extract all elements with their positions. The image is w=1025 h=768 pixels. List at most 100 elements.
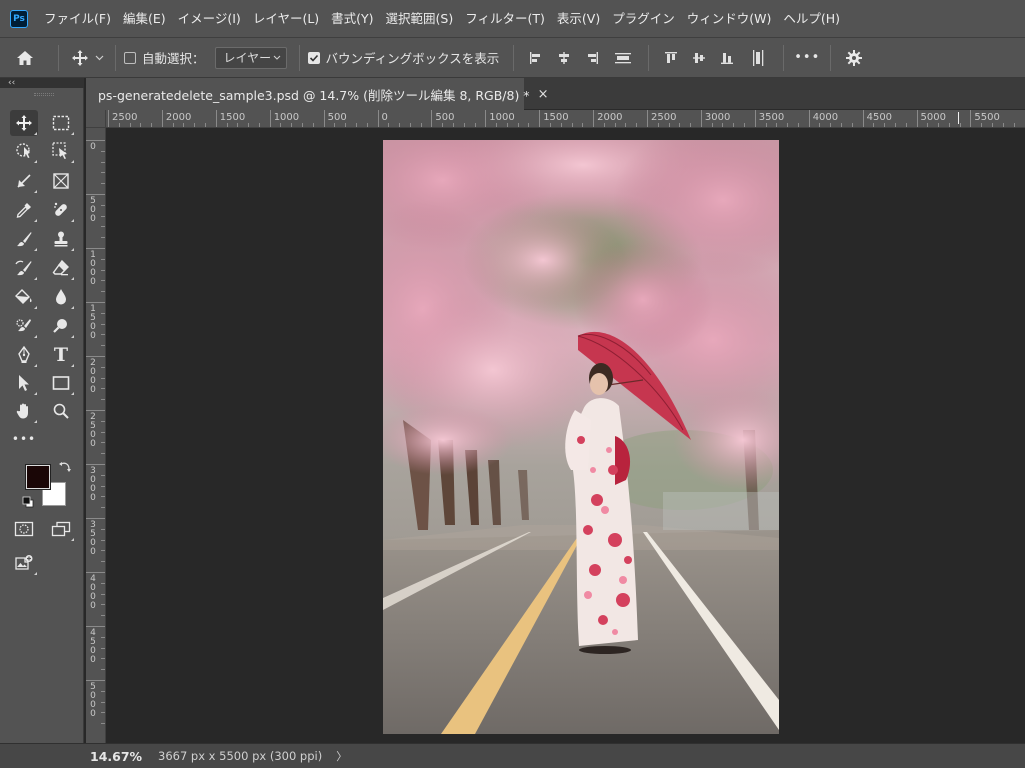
hand-tool[interactable] (10, 398, 38, 424)
eraser-tool[interactable] (47, 255, 75, 281)
ruler-minor-tick (851, 123, 853, 127)
auto-select-target-dropdown[interactable]: レイヤー (214, 46, 287, 69)
menu-type[interactable]: 書式(Y) (325, 0, 379, 38)
auto-select-checkbox[interactable] (124, 51, 136, 64)
object-selection-tool[interactable] (10, 138, 38, 164)
ruler-label: 0 (90, 142, 96, 152)
toolbar-grip[interactable] (34, 93, 54, 96)
move-tool-preset-button[interactable] (67, 49, 107, 67)
ruler-cursor-marker (958, 112, 959, 124)
align-left-edges-button[interactable] (522, 50, 550, 66)
menu-select[interactable]: 選択範囲(S) (380, 0, 460, 38)
brush-icon (17, 232, 32, 247)
panel-collapse-button[interactable]: ‹‹ (0, 78, 84, 88)
ruler-origin[interactable] (86, 110, 106, 128)
remove-tool[interactable] (10, 313, 38, 339)
document-image[interactable] (383, 140, 779, 734)
menu-view[interactable]: 表示(V) (551, 0, 606, 38)
path-selection-tool[interactable] (10, 370, 38, 396)
screen-mode-button[interactable] (47, 516, 75, 542)
foreground-color-swatch[interactable] (25, 464, 51, 490)
paint-bucket-tool[interactable] (10, 284, 38, 310)
zoom-level-field[interactable]: 14.67% (86, 749, 148, 764)
ruler-minor-tick (101, 269, 105, 271)
ruler-major-tick (86, 410, 105, 411)
ruler-major-tick (86, 302, 105, 303)
align-horizontal-centers-button[interactable] (550, 50, 578, 66)
distribute-icon (615, 52, 632, 63)
horizontal-ruler[interactable]: 2500 2000 1500 1000 500 0 500 1000 1500 2000 2500 3… (106, 110, 1025, 128)
ruler-minor-tick (830, 123, 832, 127)
crop-tool[interactable] (10, 168, 38, 194)
quick-mask-button[interactable] (10, 516, 38, 542)
contextual-taskbar-button[interactable] (10, 550, 38, 576)
ruler-minor-tick (636, 123, 638, 127)
distribute-horizontal-button[interactable] (741, 49, 775, 67)
ruler-minor-tick (205, 123, 207, 127)
menu-file[interactable]: ファイル(F) (38, 0, 117, 38)
blur-tool[interactable] (47, 284, 75, 310)
status-menu-arrow-icon[interactable]: 〉 (336, 748, 347, 764)
menu-image[interactable]: イメージ(I) (172, 0, 247, 38)
home-button[interactable] (0, 50, 50, 66)
settings-button[interactable] (839, 49, 869, 67)
ruler-minor-tick (517, 123, 519, 127)
frame-tool[interactable] (47, 168, 75, 194)
align-center-icon (559, 51, 570, 64)
menu-plugins[interactable]: プラグイン (606, 0, 681, 38)
canvas-area[interactable] (106, 128, 1025, 743)
ruler-major-tick (161, 110, 163, 127)
move-icon (71, 49, 88, 66)
show-bounding-box-checkbox[interactable] (307, 51, 320, 64)
align-bottom-edges-button[interactable] (713, 50, 741, 66)
spot-healing-brush-tool[interactable] (47, 197, 75, 223)
close-icon[interactable]: × (538, 87, 549, 102)
ruler-minor-tick (101, 280, 105, 282)
ruler-label: 3000 (90, 466, 96, 503)
swap-colors-icon[interactable] (58, 460, 72, 474)
menu-help[interactable]: ヘルプ(H) (777, 0, 846, 38)
align-vertical-centers-button[interactable] (685, 50, 713, 66)
default-colors-icon[interactable] (22, 496, 34, 508)
ruler-minor-tick (101, 161, 105, 163)
vertical-ruler[interactable]: 0 500 1000 1500 2000 2500 3000 3500 4000 4500 5000 (86, 128, 106, 743)
ruler-minor-tick (927, 123, 929, 127)
document-tab[interactable]: ps-generatedelete_sample3.psd @ 14.7% (削… (86, 78, 548, 110)
ruler-minor-tick (388, 123, 390, 127)
type-tool[interactable]: T (47, 342, 75, 368)
menu-layer[interactable]: レイヤー(L) (247, 0, 325, 38)
ruler-minor-tick (291, 123, 293, 127)
menu-window[interactable]: ウィンドウ(W) (681, 0, 778, 38)
ruler-minor-tick (474, 123, 476, 127)
zoom-tool[interactable] (47, 398, 75, 424)
rectangle-tool[interactable] (47, 370, 75, 396)
pen-tool[interactable] (10, 342, 38, 368)
brush-tool[interactable] (10, 226, 38, 252)
rectangular-marquee-tool[interactable] (47, 110, 75, 136)
ruler-minor-tick (101, 183, 105, 185)
ruler-major-tick (86, 356, 105, 357)
select-subject-tool[interactable] (47, 138, 75, 164)
ruler-minor-tick (101, 485, 105, 487)
ruler-minor-tick (118, 123, 120, 127)
ruler-minor-tick (711, 123, 713, 127)
more-options-button[interactable]: ••• (792, 50, 822, 65)
drop-icon (56, 289, 66, 305)
ruler-label: 2500 (112, 112, 138, 123)
ruler-minor-tick (101, 204, 105, 206)
dodge-tool[interactable] (47, 313, 75, 339)
ruler-minor-tick (101, 226, 105, 228)
document-tab-bar: ps-generatedelete_sample3.psd @ 14.7% (削… (86, 78, 1025, 110)
ruler-label: 4000 (812, 112, 839, 123)
history-brush-tool[interactable] (10, 255, 38, 281)
ruler-minor-tick (129, 123, 131, 127)
menu-edit[interactable]: 編集(E) (117, 0, 172, 38)
distribute-vertical-button[interactable] (606, 50, 640, 66)
menu-filter[interactable]: フィルター(T) (459, 0, 551, 38)
clone-stamp-tool[interactable] (47, 226, 75, 252)
align-right-edges-button[interactable] (578, 50, 606, 66)
eyedropper-tool[interactable] (10, 197, 38, 223)
move-tool[interactable] (10, 110, 38, 136)
edit-toolbar-button[interactable]: ••• (10, 426, 38, 452)
align-top-edges-button[interactable] (657, 50, 685, 66)
